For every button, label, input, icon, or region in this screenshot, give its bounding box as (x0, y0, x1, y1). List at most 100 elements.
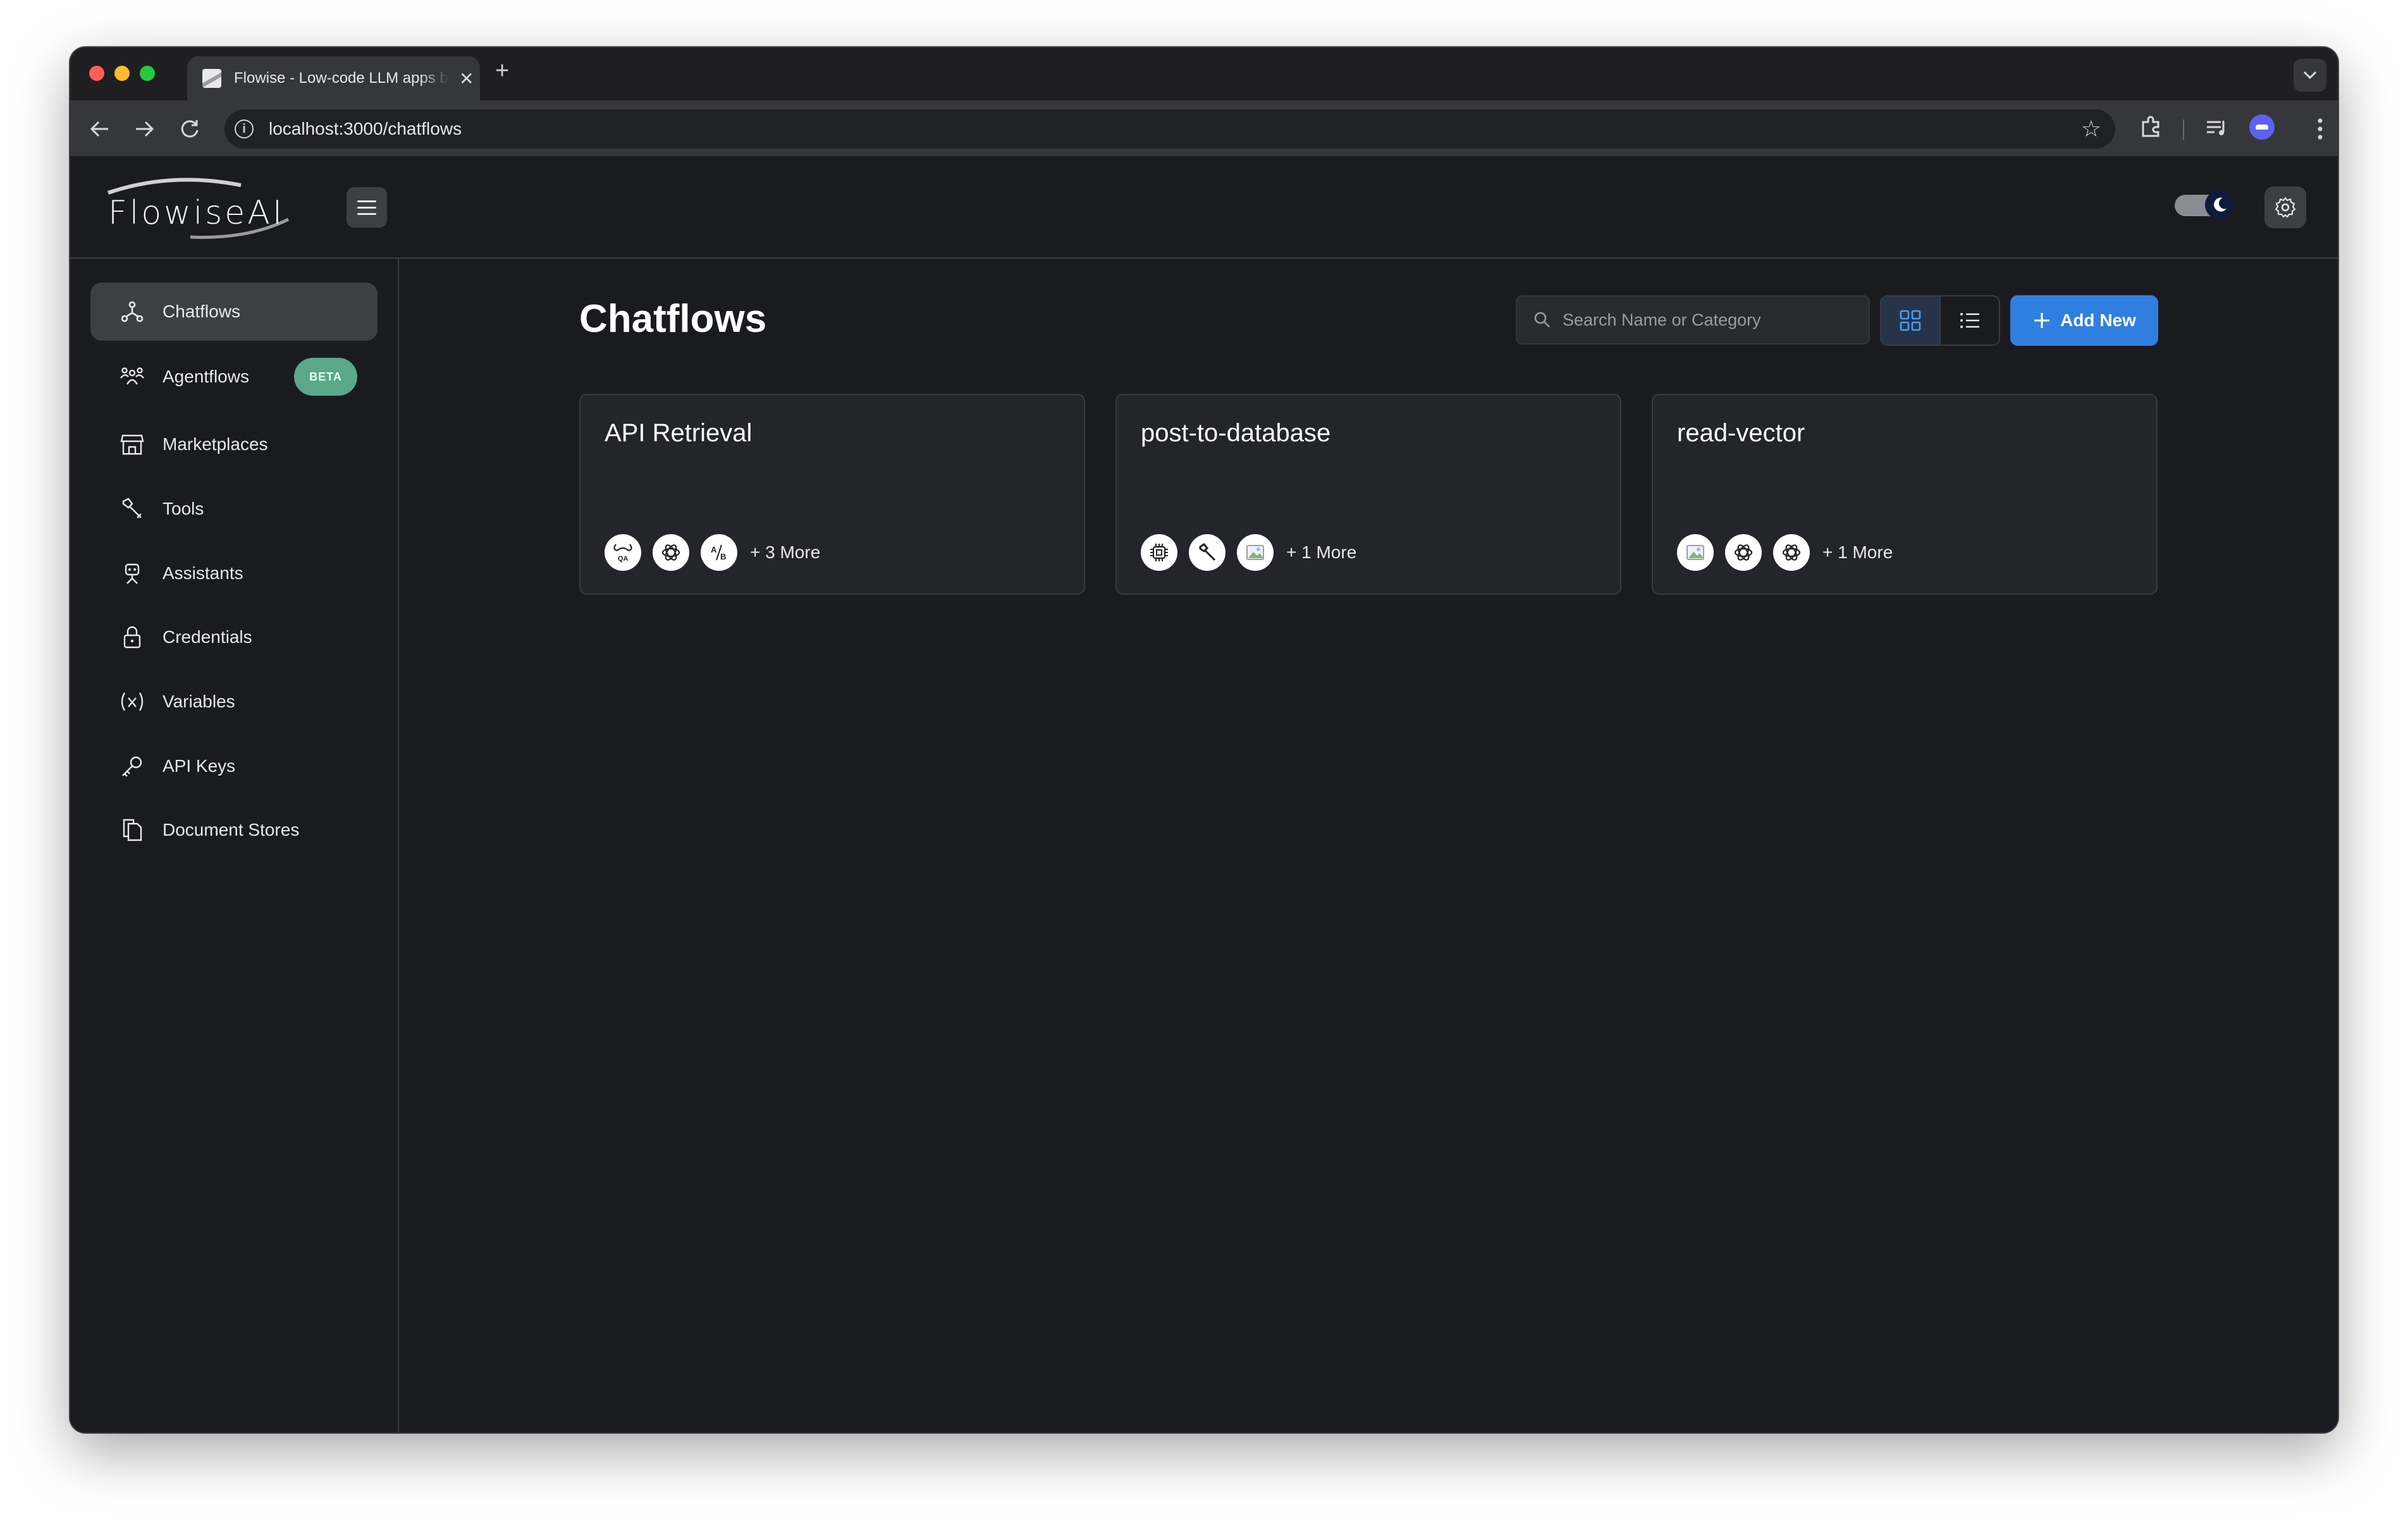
marketplace-icon (118, 430, 146, 458)
sidebar-item-label: Assistants (163, 563, 243, 583)
dark-mode-toggle[interactable] (2175, 190, 2235, 219)
bookmark-star-icon[interactable]: ☆ (2081, 116, 2101, 142)
sidebar-item-marketplaces[interactable]: Marketplaces (90, 415, 378, 473)
key-icon (118, 752, 146, 780)
more-nodes-label: + 1 More (1286, 542, 1357, 562)
browser-tab[interactable]: Flowise - Low-code LLM apps builder ✕ (187, 56, 480, 101)
chatflow-card[interactable]: API Retrieval QA AB + 3 More (579, 394, 1085, 595)
document-stores-icon (118, 816, 146, 844)
chatflow-card[interactable]: read-vector + 1 More (1652, 394, 2158, 595)
sidebar-item-label: Agentflows (163, 367, 249, 386)
svg-text:A: A (711, 545, 717, 554)
address-bar[interactable]: i localhost:3000/chatflows ☆ (224, 109, 2115, 149)
card-title: API Retrieval (605, 419, 752, 447)
sidebar-item-label: Marketplaces (163, 434, 268, 454)
image-placeholder-icon (1237, 534, 1274, 571)
sidebar-item-label: Chatflows (163, 302, 240, 321)
beta-badge: BETA (294, 358, 357, 396)
extensions-icon[interactable] (2138, 114, 2163, 140)
search-icon (1534, 312, 1550, 327)
assistant-icon (118, 559, 146, 587)
flowise-logo[interactable]: FlowiseAI (95, 174, 298, 243)
sidebar-item-label: Tools (163, 499, 204, 518)
card-node-icons: + 1 More (1141, 534, 1356, 571)
page-title: Chatflows (579, 297, 767, 341)
card-title: post-to-database (1141, 419, 1331, 447)
sidebar-item-label: Credentials (163, 627, 252, 647)
plus-icon (2034, 313, 2050, 328)
settings-button[interactable] (2264, 186, 2306, 228)
svg-text:B: B (720, 552, 726, 561)
menu-toggle-button[interactable] (347, 187, 387, 228)
sidebar-item-agentflows[interactable]: Agentflows BETA (90, 348, 378, 406)
sidebar-item-variables[interactable]: Variables (90, 673, 378, 731)
chatflow-card[interactable]: post-to-database + 1 More (1115, 394, 1621, 595)
openai-icon (1725, 534, 1762, 571)
hamburger-line (357, 212, 376, 215)
list-view-icon (1960, 313, 1979, 328)
sidebar-item-label: Variables (163, 692, 235, 711)
reload-icon[interactable] (179, 118, 200, 140)
more-menu-icon[interactable] (2316, 117, 2324, 141)
tab-close-icon[interactable]: ✕ (459, 68, 474, 89)
close-window-icon[interactable] (89, 66, 104, 81)
favicon-icon (202, 69, 221, 88)
agentflow-icon (118, 363, 146, 391)
tab-search-button[interactable] (2294, 59, 2326, 92)
hamburger-line (357, 206, 376, 209)
tools-icon (118, 495, 146, 523)
sidebar-item-tools[interactable]: Tools (90, 480, 378, 538)
sidebar-item-label: Document Stores (163, 820, 300, 839)
url-text: localhost:3000/chatflows (269, 119, 462, 138)
more-nodes-label: + 1 More (1822, 542, 1893, 562)
sidebar: Chatflows Agentflows BETA Marketplaces T… (70, 259, 399, 1432)
toolbar-separator (2183, 119, 2184, 140)
qa-chain-icon: QA (605, 534, 641, 571)
add-new-label: Add New (2060, 310, 2136, 330)
chip-icon (1141, 534, 1177, 571)
search-input[interactable] (1561, 309, 1855, 331)
sidebar-item-label: API Keys (163, 756, 236, 776)
back-icon[interactable] (89, 118, 111, 140)
main-content: Chatflows Add New API Retrieval (399, 259, 2338, 1432)
add-new-button[interactable]: Add New (2010, 295, 2158, 346)
card-node-icons: + 1 More (1677, 534, 1893, 571)
grid-view-icon (1900, 310, 1921, 331)
hamburger-line (357, 200, 376, 202)
openai-icon (1773, 534, 1810, 571)
view-toggle (1880, 295, 2000, 346)
more-nodes-label: + 3 More (750, 542, 821, 562)
logo-text: FlowiseAI (108, 194, 285, 232)
profile-avatar[interactable] (2249, 114, 2275, 140)
tab-title: Flowise - Low-code LLM apps builder (234, 70, 449, 87)
sidebar-item-document-stores[interactable]: Document Stores (90, 801, 378, 859)
minimize-window-icon[interactable] (114, 66, 130, 81)
browser-toolbar: i localhost:3000/chatflows ☆ (70, 101, 2338, 156)
forward-icon[interactable] (133, 118, 155, 140)
search-box[interactable] (1516, 295, 1870, 345)
sidebar-item-credentials[interactable]: Credentials (90, 608, 378, 666)
sidebar-item-assistants[interactable]: Assistants (90, 544, 378, 602)
sidebar-item-chatflows[interactable]: Chatflows (90, 283, 378, 341)
tab-strip: Flowise - Low-code LLM apps builder ✕ + (70, 47, 2338, 101)
ab-icon: AB (701, 534, 737, 571)
lock-icon (118, 623, 146, 651)
svg-text:QA: QA (618, 555, 629, 563)
list-view-button[interactable] (1941, 296, 1999, 345)
wrench-icon (1189, 534, 1226, 571)
gear-icon (2275, 197, 2296, 218)
card-title: read-vector (1677, 419, 1805, 447)
flowise-app: FlowiseAI Chatflows Agentflows BETA Mark… (70, 156, 2338, 1432)
sidebar-item-api-keys[interactable]: API Keys (90, 737, 378, 795)
site-info-icon[interactable]: i (235, 119, 254, 138)
app-header: FlowiseAI (70, 156, 2338, 259)
media-controls-icon[interactable] (2204, 116, 2230, 141)
card-node-icons: QA AB + 3 More (605, 534, 820, 571)
grid-view-button[interactable] (1881, 296, 1941, 345)
moon-icon (2205, 190, 2234, 219)
variable-icon (118, 688, 146, 716)
browser-window: Flowise - Low-code LLM apps builder ✕ + … (70, 47, 2338, 1432)
new-tab-icon[interactable]: + (495, 59, 509, 83)
maximize-window-icon[interactable] (140, 66, 155, 81)
chevron-down-icon (2303, 71, 2317, 80)
